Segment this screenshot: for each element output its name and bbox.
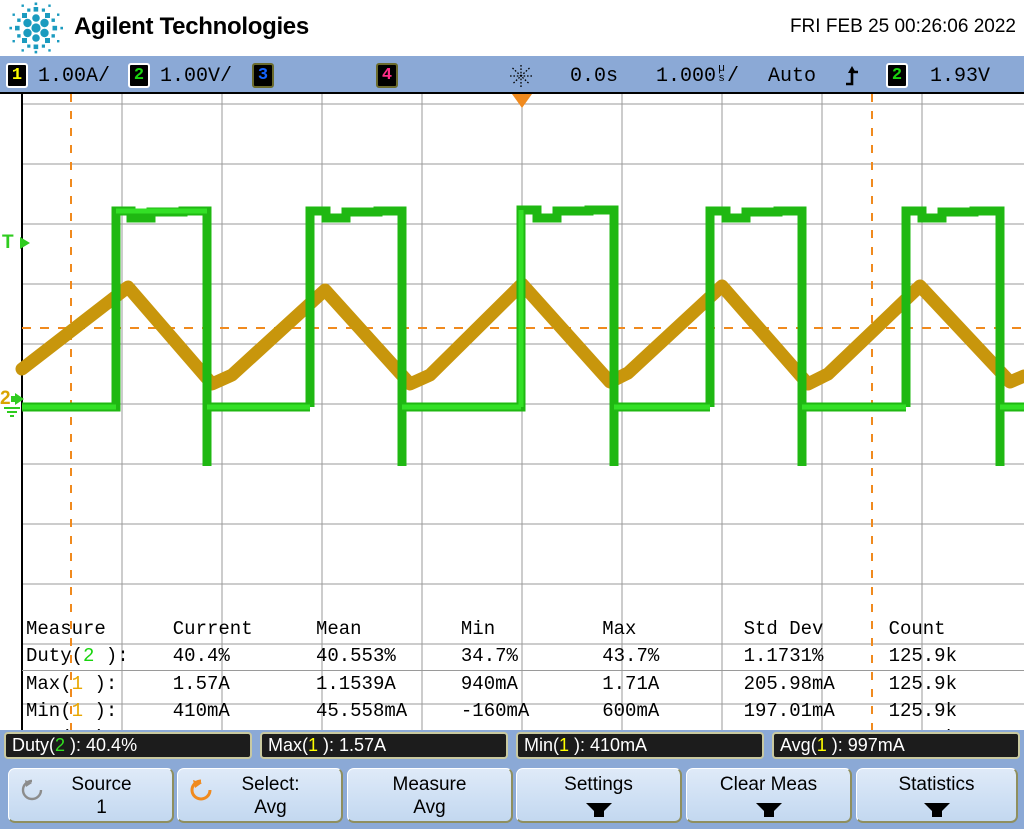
info-bar: 1 1.00A/ 2 1.00V/ 3 4 0.0s 1.000 µ s / Auto…: [0, 56, 1024, 94]
badge-min[interactable]: Min(1 ): 410mA: [516, 732, 764, 759]
softkey-select-label: Select:: [241, 774, 300, 795]
badge-avg[interactable]: Avg(1 ): 997mA: [772, 732, 1020, 759]
min-current: 410mA: [172, 700, 230, 722]
header-max: Max: [602, 618, 637, 640]
trigger-arrow-icon: [19, 237, 30, 249]
measurement-table: Measure Current Mean Min Max Std Dev Cou…: [22, 616, 1024, 730]
header-current: Current: [172, 618, 253, 640]
max-count: 125.9k: [888, 673, 957, 695]
softkey-measure-value: Avg: [413, 797, 446, 818]
max-stddev: 205.98mA: [743, 673, 835, 695]
waveform-display[interactable]: T 2 Measure Current Mean Min Max Std Dev…: [0, 94, 1024, 730]
header-min: Min: [460, 618, 496, 640]
delay-value[interactable]: 0.0s: [570, 65, 618, 88]
micro-second-unit-icon: µs: [718, 63, 725, 85]
measurement-badge-bar: Duty(2 ): 40.4% Max(1 ): 1.57A Min(1 ): …: [0, 730, 1024, 762]
badge-duty[interactable]: Duty(2 ): 40.4%: [4, 732, 252, 759]
ground-arrow-icon: [10, 393, 24, 405]
table-row[interactable]: Min(1 ): 410mA 45.558mA -160mA 600mA 197…: [22, 698, 1024, 725]
max-mean: 1.1539A: [315, 673, 396, 695]
table-header-row: Measure Current Mean Min Max Std Dev Cou…: [22, 616, 1024, 643]
rising-edge-icon[interactable]: [844, 65, 862, 87]
softkey-settings-label: Settings: [564, 774, 633, 795]
max-current: 1.57A: [172, 673, 230, 695]
softkey-measure-label: Measure: [392, 774, 467, 795]
min-max: 600mA: [602, 700, 660, 722]
row-label-max: Max(1 ):: [26, 673, 118, 695]
trigger-source-badge[interactable]: 2: [886, 63, 908, 88]
softkey-clear-meas-label: Clear Meas: [719, 774, 818, 795]
row-label-duty: Duty(2 ):: [26, 645, 129, 667]
row-label-min: Min(1 ):: [26, 700, 118, 722]
softkey-select-value: Avg: [254, 797, 287, 818]
down-arrow-icon: [687, 797, 850, 819]
agilent-logo-icon: [9, 2, 63, 54]
brand-title: Agilent Technologies: [74, 13, 309, 40]
oscilloscope-screen: Agilent Technologies FRI FEB 25 00:26:06…: [0, 0, 1024, 829]
softkey-measure[interactable]: Measure Avg: [347, 768, 513, 823]
duty-max: 43.7%: [602, 645, 660, 667]
channel-4-badge[interactable]: 4: [376, 63, 398, 88]
header-stddev: Std Dev: [743, 618, 824, 640]
duty-count: 125.9k: [888, 645, 957, 667]
max-max: 1.71A: [602, 673, 660, 695]
badge-max[interactable]: Max(1 ): 1.57A: [260, 732, 508, 759]
timebase-value[interactable]: 1.000 µ s /: [656, 63, 739, 89]
duty-mean: 40.553%: [315, 645, 396, 667]
duty-current: 40.4%: [172, 645, 230, 667]
title-bar: Agilent Technologies FRI FEB 25 00:26:06…: [0, 0, 1024, 56]
table-row[interactable]: Max(1 ): 1.57A 1.1539A 940mA 1.71A 205.9…: [22, 670, 1024, 699]
trigger-level-value[interactable]: 1.93V: [930, 65, 990, 88]
channel-2-badge[interactable]: 2: [128, 63, 150, 88]
min-mean: 45.558mA: [315, 700, 408, 722]
date-time-label: FRI FEB 25 00:26:06 2022: [789, 16, 1016, 37]
max-min: 940mA: [460, 673, 518, 695]
sweep-mode-label[interactable]: Auto: [768, 65, 816, 88]
trigger-level-marker[interactable]: T: [2, 233, 31, 252]
softkey-statistics[interactable]: Statistics: [856, 768, 1018, 823]
duty-stddev: 1.1731%: [743, 645, 824, 667]
snowflake-icon: [510, 65, 532, 87]
min-count: 125.9k: [888, 700, 957, 722]
softkey-source-value: 1: [96, 797, 107, 818]
softkey-bar: Source 1 Select: Avg Measure Avg Setting…: [0, 762, 1024, 829]
softkey-select[interactable]: Select: Avg: [177, 768, 343, 823]
channel-1-badge[interactable]: 1: [6, 63, 28, 88]
channel-2-scale[interactable]: 1.00V/: [160, 65, 232, 88]
header-mean: Mean: [315, 618, 362, 640]
header-count: Count: [888, 618, 946, 640]
softkey-source[interactable]: Source 1: [8, 768, 174, 823]
header-measure: Measure: [26, 618, 106, 640]
ground-symbol-icon: [4, 407, 20, 417]
min-stddev: 197.01mA: [743, 700, 835, 722]
softkey-settings[interactable]: Settings: [516, 768, 682, 823]
table-row[interactable]: Duty(2 ): 40.4% 40.553% 34.7% 43.7% 1.17…: [22, 643, 1024, 671]
channel-2-ground-marker[interactable]: 2: [0, 389, 25, 417]
softkey-source-label: Source: [71, 774, 132, 795]
down-arrow-icon: [857, 797, 1016, 819]
down-arrow-icon: [517, 797, 680, 819]
min-min: -160mA: [460, 700, 530, 722]
duty-min: 34.7%: [460, 645, 518, 667]
softkey-statistics-label: Statistics: [898, 774, 975, 795]
channel-1-scale[interactable]: 1.00A/: [38, 65, 110, 88]
channel-3-badge[interactable]: 3: [252, 63, 274, 88]
softkey-clear-meas[interactable]: Clear Meas: [686, 768, 852, 823]
